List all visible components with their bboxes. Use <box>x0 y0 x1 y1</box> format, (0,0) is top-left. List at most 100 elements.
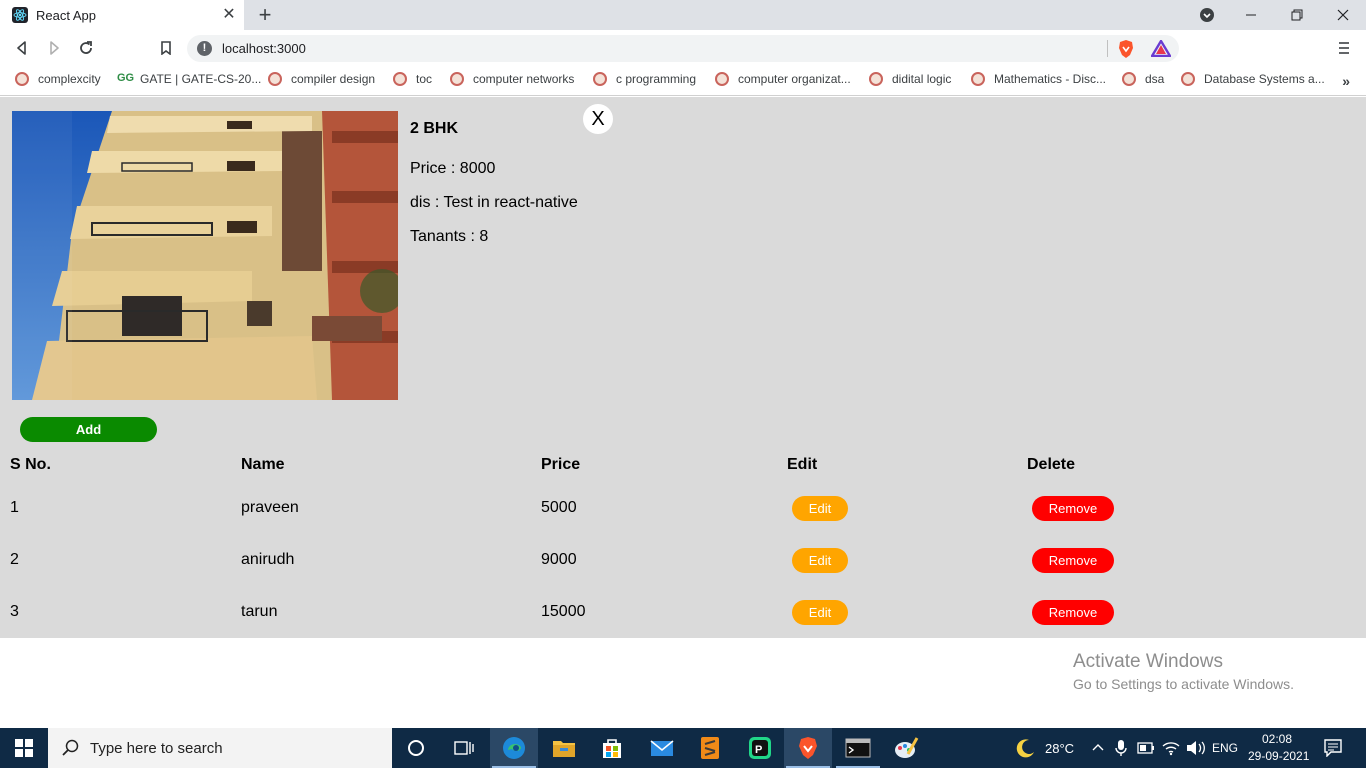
cortana-icon[interactable] <box>392 728 440 768</box>
chevron-up-icon[interactable] <box>1092 743 1104 751</box>
edit-button[interactable]: Edit <box>792 600 848 625</box>
store-icon[interactable] <box>588 728 636 768</box>
brave-browser-icon[interactable] <box>784 728 832 768</box>
column-header-sno: S No. <box>10 456 51 473</box>
bookmark-item[interactable]: computer networks <box>450 72 574 86</box>
terminal-icon[interactable] <box>834 728 882 768</box>
bookmark-item[interactable]: toc <box>393 72 432 86</box>
property-tenants: Tanants : 8 <box>410 228 489 245</box>
nptel-icon <box>593 72 607 86</box>
tab-search-icon[interactable] <box>1184 0 1230 30</box>
edit-button[interactable]: Edit <box>792 496 848 521</box>
input-language[interactable]: ENG <box>1212 741 1238 755</box>
minimize-icon[interactable] <box>1228 0 1274 30</box>
nptel-icon <box>15 72 29 86</box>
tab-react-app[interactable]: React App ✕ <box>0 0 244 30</box>
clock-date[interactable]: 29-09-2021 <box>1248 749 1309 763</box>
windows-taskbar: Type here to search P 28°C ENG 02:08 29-… <box>0 728 1366 768</box>
cell-price: 5000 <box>541 499 577 516</box>
edit-button[interactable]: Edit <box>792 548 848 573</box>
cell-sno: 2 <box>10 551 19 568</box>
nptel-icon <box>268 72 282 86</box>
reload-icon[interactable] <box>74 36 98 60</box>
wifi-icon[interactable] <box>1162 740 1180 756</box>
remove-button[interactable]: Remove <box>1032 496 1114 521</box>
cell-name: tarun <box>241 603 278 620</box>
start-button[interactable] <box>0 728 48 768</box>
close-detail-button[interactable]: X <box>583 104 613 134</box>
taskbar-search-box[interactable]: Type here to search <box>48 728 392 768</box>
cell-price: 9000 <box>541 551 577 568</box>
battery-icon[interactable] <box>1137 740 1155 756</box>
windows-logo-icon <box>15 739 33 757</box>
file-explorer-icon[interactable] <box>540 728 588 768</box>
cell-name: anirudh <box>241 551 295 568</box>
omnibox-divider <box>1107 40 1108 57</box>
tab-title: React App <box>36 7 96 23</box>
url-text: localhost:3000 <box>222 41 306 56</box>
property-price: Price : 8000 <box>410 160 496 177</box>
tab-close-icon[interactable]: ✕ <box>220 6 238 24</box>
notification-icon[interactable] <box>1324 739 1342 757</box>
bookmark-item[interactable]: computer organizat... <box>715 72 851 86</box>
nptel-icon <box>450 72 464 86</box>
bookmark-item[interactable]: Mathematics - Disc... <box>971 72 1106 86</box>
browser-tab-strip: React App ✕ + <box>0 0 1366 30</box>
property-title: 2 BHK <box>410 120 459 137</box>
building-image <box>12 111 398 400</box>
microphone-icon[interactable] <box>1115 739 1127 757</box>
remove-button[interactable]: Remove <box>1032 548 1114 573</box>
column-header-delete: Delete <box>1027 456 1076 473</box>
activate-windows-title: Activate Windows <box>1073 651 1223 672</box>
nptel-icon <box>1181 72 1195 86</box>
edge-icon[interactable] <box>490 728 538 768</box>
cell-name: praveen <box>241 499 299 516</box>
bookmark-item[interactable]: didital logic <box>869 72 951 86</box>
nptel-icon <box>393 72 407 86</box>
add-button[interactable]: Add <box>20 417 157 442</box>
remove-button[interactable]: Remove <box>1032 600 1114 625</box>
clock-time[interactable]: 02:08 <box>1262 732 1292 746</box>
brave-shield-icon[interactable] <box>1117 39 1135 59</box>
bookmark-item[interactable]: complexcity <box>15 72 101 86</box>
menu-icon[interactable] <box>1338 41 1350 55</box>
column-header-edit: Edit <box>787 456 818 473</box>
column-header-price: Price <box>541 456 581 473</box>
bookmark-item[interactable]: compiler design <box>268 72 375 86</box>
app-page: 2 BHK Price : 8000 dis : Test in react-n… <box>0 97 1366 638</box>
bookmark-item[interactable]: Database Systems a... <box>1181 72 1325 86</box>
weather-moon-icon[interactable] <box>1014 737 1036 759</box>
activate-windows-subtitle: Go to Settings to activate Windows. <box>1073 676 1294 692</box>
bookmarks-bar: complexcity GG GATE | GATE-CS-20... compi… <box>0 66 1366 96</box>
geeksforgeeks-icon: GG <box>117 72 135 84</box>
cell-price: 15000 <box>541 603 586 620</box>
bookmark-item[interactable]: c programming <box>593 72 696 86</box>
more-bookmarks-icon[interactable]: » <box>1342 73 1350 89</box>
forward-icon[interactable] <box>42 36 66 60</box>
column-header-name: Name <box>241 456 285 473</box>
bookmark-item[interactable]: GG GATE | GATE-CS-20... <box>117 72 261 86</box>
bookmark-icon[interactable] <box>154 36 178 60</box>
cell-sno: 3 <box>10 603 19 620</box>
brave-rewards-icon[interactable] <box>1151 40 1171 57</box>
svg-text:P: P <box>755 744 762 756</box>
mail-icon[interactable] <box>638 728 686 768</box>
pycharm-icon[interactable]: P <box>736 728 784 768</box>
restore-icon[interactable] <box>1274 0 1320 30</box>
task-view-icon[interactable] <box>440 728 488 768</box>
bookmark-item[interactable]: dsa <box>1122 72 1164 86</box>
browser-toolbar: ! localhost:3000 <box>0 30 1366 66</box>
sublime-text-icon[interactable] <box>686 728 734 768</box>
address-bar[interactable]: ! localhost:3000 <box>187 35 1179 62</box>
search-icon <box>62 739 79 756</box>
volume-icon[interactable] <box>1186 740 1206 756</box>
nptel-icon <box>869 72 883 86</box>
new-tab-icon[interactable]: + <box>254 4 276 26</box>
search-placeholder: Type here to search <box>90 739 223 757</box>
back-icon[interactable] <box>10 36 34 60</box>
paint-icon[interactable] <box>882 728 930 768</box>
site-info-icon[interactable]: ! <box>197 41 212 56</box>
close-window-icon[interactable] <box>1320 0 1366 30</box>
weather-temperature[interactable]: 28°C <box>1045 741 1074 756</box>
nptel-icon <box>715 72 729 86</box>
